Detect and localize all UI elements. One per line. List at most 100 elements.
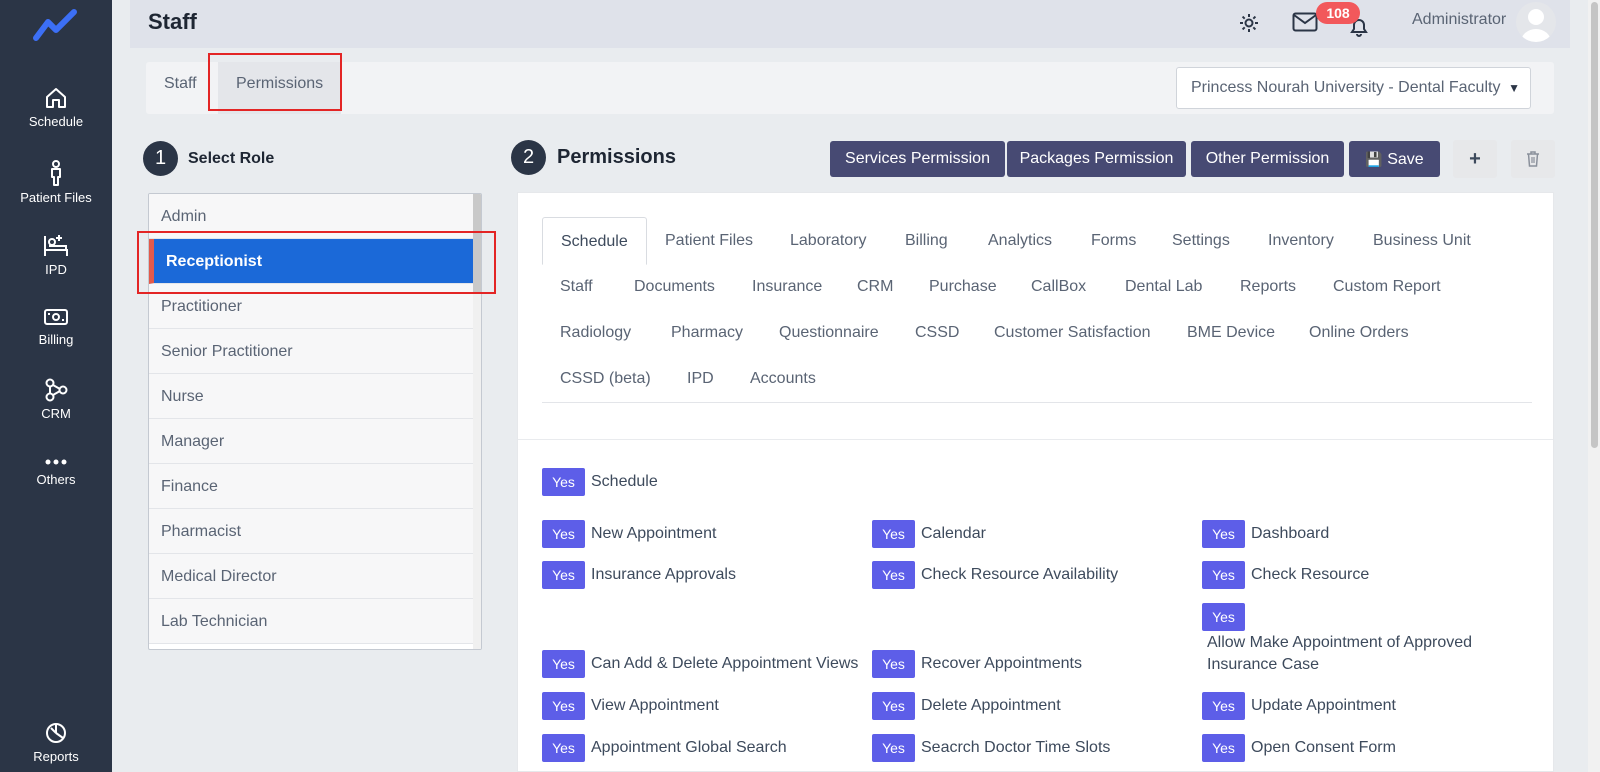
home-icon: [46, 88, 66, 108]
permissions-panel: Schedule Patient Files Laboratory Billin…: [517, 192, 1554, 772]
tab-documents[interactable]: Documents: [616, 263, 733, 311]
tab-staff-module[interactable]: Staff: [542, 263, 611, 311]
permission-row-schedule: Yes Schedule: [542, 468, 658, 496]
user-name[interactable]: Administrator: [1412, 11, 1506, 29]
tab-billing[interactable]: Billing: [887, 217, 966, 265]
yes-toggle[interactable]: Yes: [542, 468, 585, 496]
tab-patient-files[interactable]: Patient Files: [647, 217, 771, 265]
permission-label: Calendar: [921, 525, 986, 542]
mail-icon[interactable]: [1292, 12, 1318, 32]
yes-toggle[interactable]: Yes: [542, 650, 585, 678]
notification-badge[interactable]: 108: [1316, 2, 1360, 24]
tab-custom-report[interactable]: Custom Report: [1315, 263, 1459, 311]
permission-label: Insurance Approvals: [591, 566, 736, 583]
person-icon: [51, 160, 61, 186]
role-item-lab-technician[interactable]: Lab Technician: [149, 599, 473, 644]
role-item-pharmacist[interactable]: Pharmacist: [149, 509, 473, 554]
tab-analytics[interactable]: Analytics: [970, 217, 1070, 265]
logo-icon: [33, 9, 77, 41]
tab-insurance[interactable]: Insurance: [734, 263, 840, 311]
sidebar-item-billing[interactable]: Billing: [0, 306, 112, 347]
yes-toggle[interactable]: Yes: [542, 520, 585, 548]
network-icon: [45, 378, 68, 402]
add-icon[interactable]: +: [1453, 140, 1497, 178]
yes-toggle[interactable]: Yes: [872, 692, 915, 720]
yes-toggle[interactable]: Yes: [872, 734, 915, 762]
permission-label: Update Appointment: [1251, 697, 1396, 714]
permission-row: Yes Insurance Approvals: [542, 561, 736, 589]
role-item-senior-practitioner[interactable]: Senior Practitioner: [149, 329, 473, 374]
tab-callbox[interactable]: CallBox: [1013, 263, 1104, 311]
role-item-medical-director[interactable]: Medical Director: [149, 554, 473, 599]
tab-dental-lab[interactable]: Dental Lab: [1107, 263, 1220, 311]
trash-icon: [1527, 151, 1539, 167]
sidebar-item-reports[interactable]: Reports: [0, 721, 112, 764]
permission-row: Yes Check Resource: [1202, 561, 1369, 589]
step-2-badge: 2: [511, 140, 546, 175]
permission-row: Yes Calendar: [872, 520, 986, 548]
tab-schedule[interactable]: Schedule: [542, 217, 647, 265]
sidebar-item-label: Billing: [38, 332, 74, 347]
yes-toggle[interactable]: Yes: [1202, 734, 1245, 762]
yes-toggle[interactable]: Yes: [542, 734, 585, 762]
packages-permission-button[interactable]: Packages Permission: [1007, 141, 1186, 177]
role-item-finance[interactable]: Finance: [149, 464, 473, 509]
tab-cssd-beta[interactable]: CSSD (beta): [542, 355, 669, 403]
other-permission-button[interactable]: Other Permission: [1191, 141, 1344, 177]
yes-toggle[interactable]: Yes: [1202, 520, 1245, 548]
tab-settings[interactable]: Settings: [1154, 217, 1248, 265]
tab-radiology[interactable]: Radiology: [542, 309, 649, 357]
delete-button[interactable]: [1511, 140, 1555, 178]
save-button[interactable]: 💾 Save: [1349, 141, 1440, 177]
tab-purchase[interactable]: Purchase: [911, 263, 1015, 311]
tab-staff[interactable]: Staff: [146, 62, 215, 114]
yes-toggle[interactable]: Yes: [1202, 561, 1245, 589]
tab-crm[interactable]: CRM: [839, 263, 911, 311]
dots-icon: [45, 459, 67, 465]
yes-toggle[interactable]: Yes: [1202, 692, 1245, 720]
yes-toggle[interactable]: Yes: [872, 561, 915, 589]
sidebar-item-schedule[interactable]: Schedule: [0, 86, 112, 129]
tab-laboratory[interactable]: Laboratory: [772, 217, 885, 265]
highlight-box-receptionist: [137, 231, 496, 294]
tab-cssd[interactable]: CSSD: [897, 309, 977, 357]
tab-business-unit[interactable]: Business Unit: [1355, 217, 1489, 265]
tab-customer-satisfaction[interactable]: Customer Satisfaction: [976, 309, 1169, 357]
yes-toggle[interactable]: Yes: [872, 650, 915, 678]
tab-inventory[interactable]: Inventory: [1250, 217, 1352, 265]
sidebar-item-label: CRM: [41, 406, 71, 421]
permission-row: Yes Update Appointment: [1202, 692, 1396, 720]
sidebar-item-crm[interactable]: CRM: [0, 378, 112, 421]
panel-divider: [518, 439, 1553, 440]
tab-online-orders[interactable]: Online Orders: [1291, 309, 1427, 357]
bed-icon: [44, 235, 68, 256]
sidebar-item-patient-files[interactable]: Patient Files: [0, 160, 112, 205]
permission-label: Schedule: [591, 473, 658, 490]
permission-label: Check Resource: [1251, 566, 1370, 583]
sidebar-item-others[interactable]: Others: [0, 456, 112, 487]
tab-reports[interactable]: Reports: [1222, 263, 1314, 311]
permission-row: Yes Recover Appointments: [872, 650, 1082, 678]
permission-label: Delete Appointment: [921, 697, 1061, 714]
yes-toggle[interactable]: Yes: [542, 561, 585, 589]
yes-toggle[interactable]: Yes: [872, 520, 915, 548]
services-permission-button[interactable]: Services Permission: [830, 141, 1005, 177]
yes-toggle[interactable]: Yes: [542, 692, 585, 720]
facility-select[interactable]: Princess Nourah University - Dental Facu…: [1176, 67, 1531, 109]
app-root: Schedule Patient Files IPD Billing CRM O…: [0, 0, 1600, 772]
sidebar-item-label: Others: [36, 472, 76, 487]
tab-pharmacy[interactable]: Pharmacy: [653, 309, 761, 357]
avatar[interactable]: [1516, 2, 1556, 42]
role-item-manager[interactable]: Manager: [149, 419, 473, 464]
sidebar-item-ipd[interactable]: IPD: [0, 232, 112, 277]
role-item-nurse[interactable]: Nurse: [149, 374, 473, 419]
tab-questionnaire[interactable]: Questionnaire: [761, 309, 897, 357]
tab-ipd[interactable]: IPD: [669, 355, 732, 403]
yes-toggle[interactable]: Yes: [1202, 603, 1245, 631]
tab-bme-device[interactable]: BME Device: [1169, 309, 1293, 357]
gear-icon[interactable]: [1238, 12, 1260, 34]
tab-forms[interactable]: Forms: [1073, 217, 1154, 265]
tab-accounts[interactable]: Accounts: [732, 355, 834, 403]
permission-row: Yes View Appointment: [542, 692, 719, 720]
page-scroll-thumb[interactable]: [1591, 2, 1598, 448]
